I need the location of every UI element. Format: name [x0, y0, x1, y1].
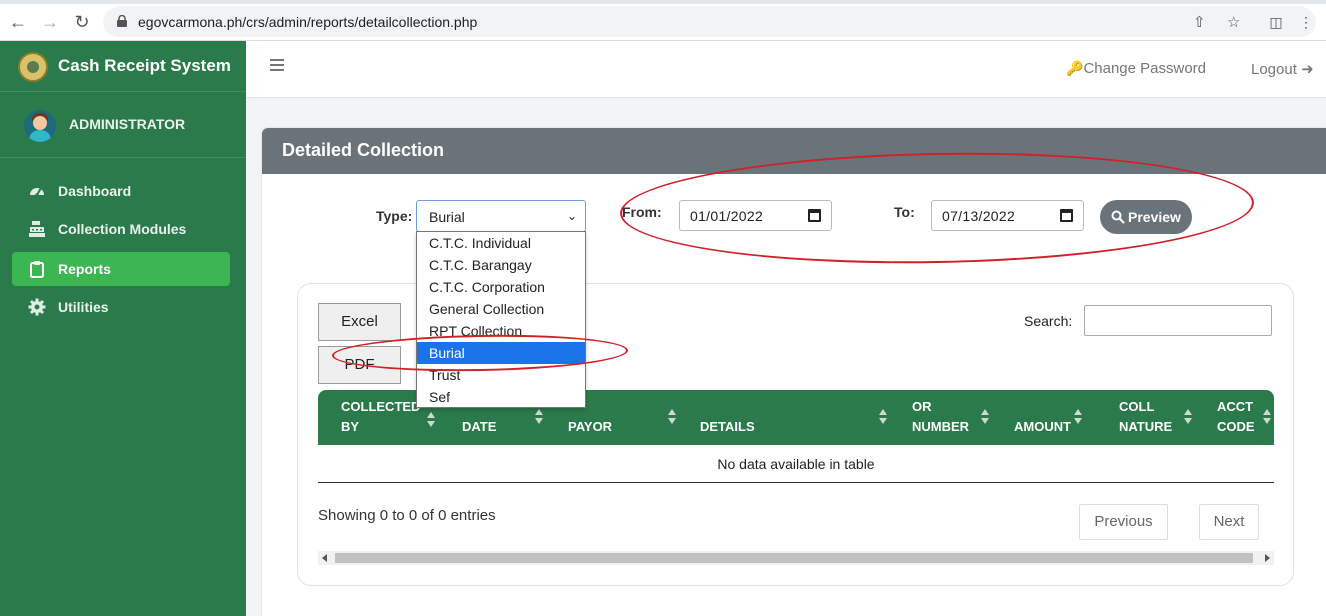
- sidebar-item-reports[interactable]: Reports: [12, 252, 230, 286]
- browser-toolbar: ← → ↻ egovcarmona.ph/crs/admin/reports/d…: [0, 0, 1326, 41]
- column-header-line: BY: [341, 419, 360, 434]
- column-header-collected-by[interactable]: COLLECTED BY: [341, 397, 420, 437]
- sidebar-item-collection-modules[interactable]: Collection Modules: [12, 212, 230, 246]
- address-bar[interactable]: egovcarmona.ph/crs/admin/reports/detailc…: [103, 7, 1316, 37]
- dropdown-option[interactable]: C.T.C. Barangay: [417, 254, 585, 276]
- gear-icon: [28, 298, 46, 316]
- column-header-line: COLLECTED: [341, 399, 421, 414]
- top-navbar: 🔑Change Password Logout ➜: [246, 41, 1326, 98]
- column-header-coll-nature[interactable]: COLL NATURE: [1119, 397, 1172, 437]
- extension-icon[interactable]: ⋮: [1294, 10, 1318, 34]
- menu-toggle-icon[interactable]: [270, 59, 284, 71]
- scroll-left-icon[interactable]: [322, 554, 327, 562]
- change-password-link[interactable]: 🔑Change Password: [1066, 60, 1206, 77]
- side-panel-icon[interactable]: ◫: [1264, 10, 1288, 34]
- sort-icon[interactable]: [1184, 409, 1193, 425]
- share-icon[interactable]: ⇧: [1193, 13, 1206, 31]
- avatar: [24, 110, 56, 142]
- user-name[interactable]: ADMINISTRATOR: [69, 116, 185, 132]
- type-select[interactable]: Burial ⌄: [416, 200, 586, 232]
- sort-icon[interactable]: [427, 412, 436, 428]
- dropdown-option[interactable]: Sef: [417, 386, 585, 408]
- divider: [0, 157, 246, 158]
- excel-button[interactable]: Excel: [318, 303, 401, 341]
- search-input[interactable]: [1084, 305, 1272, 336]
- column-header-line: COLL: [1119, 399, 1155, 414]
- chevron-down-icon: ⌄: [566, 209, 577, 223]
- sort-icon[interactable]: [668, 409, 677, 425]
- type-label: Type:: [376, 208, 413, 224]
- table-info: Showing 0 to 0 of 0 entries: [318, 507, 496, 524]
- brand-title: Cash Receipt System: [58, 56, 231, 75]
- clipboard-icon: [30, 261, 44, 278]
- column-header-line: AMOUNT: [1014, 419, 1072, 434]
- column-header-acct-code[interactable]: ACCT CODE: [1217, 397, 1255, 437]
- logout-label: Logout: [1251, 61, 1297, 78]
- column-header-amount[interactable]: AMOUNT: [1014, 397, 1071, 437]
- previous-button[interactable]: Previous: [1079, 504, 1168, 540]
- column-header-line: OR: [912, 399, 932, 414]
- dropdown-option[interactable]: General Collection: [417, 298, 585, 320]
- column-header-line: DATE: [462, 419, 497, 434]
- lock-icon: [117, 15, 127, 27]
- column-header-or-number[interactable]: OR NUMBER: [912, 397, 969, 437]
- column-header-line: NATURE: [1119, 419, 1173, 434]
- page-title: Detailed Collection: [282, 140, 445, 160]
- horizontal-scrollbar[interactable]: [318, 551, 1274, 565]
- forward-icon[interactable]: →: [38, 10, 62, 34]
- column-header-line: DETAILS: [700, 419, 755, 434]
- back-icon[interactable]: ←: [6, 10, 30, 34]
- next-button[interactable]: Next: [1199, 504, 1259, 540]
- bookmark-star-icon[interactable]: ☆: [1227, 13, 1240, 31]
- scroll-right-icon[interactable]: [1265, 554, 1270, 562]
- sidebar: Cash Receipt System ADMINISTRATOR Dashbo…: [0, 41, 246, 616]
- sidebar-item-dashboard[interactable]: Dashboard: [12, 174, 230, 208]
- type-select-value: Burial: [429, 209, 465, 225]
- search-label: Search:: [1024, 313, 1073, 329]
- gauge-icon: [30, 187, 44, 197]
- sort-icon[interactable]: [535, 409, 544, 425]
- sidebar-item-utilities[interactable]: Utilities: [12, 290, 230, 324]
- logout-link[interactable]: Logout ➜: [1251, 60, 1314, 78]
- tab-strip: [0, 0, 1326, 4]
- scrollbar-thumb[interactable]: [335, 553, 1253, 563]
- column-header-details[interactable]: DETAILS: [700, 397, 755, 437]
- cash-register-icon: [29, 221, 45, 237]
- sort-icon[interactable]: [879, 409, 888, 425]
- key-icon: 🔑: [1066, 60, 1084, 76]
- column-header-line: PAYOR: [568, 419, 613, 434]
- brand[interactable]: Cash Receipt System: [0, 41, 246, 91]
- url-text: egovcarmona.ph/crs/admin/reports/detailc…: [138, 14, 478, 30]
- reload-icon[interactable]: ↻: [70, 10, 94, 34]
- sign-out-icon: ➜: [1301, 61, 1314, 78]
- divider: [0, 91, 246, 92]
- type-dropdown-list: C.T.C. Individual C.T.C. Barangay C.T.C.…: [416, 231, 586, 408]
- dropdown-option[interactable]: C.T.C. Individual: [417, 232, 585, 254]
- sidebar-item-label: Utilities: [58, 299, 109, 315]
- column-header-line: NUMBER: [912, 419, 970, 434]
- empty-table-message: No data available in table: [318, 445, 1274, 483]
- sidebar-item-label: Dashboard: [58, 183, 132, 199]
- change-password-label: Change Password: [1083, 60, 1207, 77]
- seal-logo: [18, 52, 48, 82]
- sort-icon[interactable]: [981, 409, 990, 425]
- dropdown-option[interactable]: C.T.C. Corporation: [417, 276, 585, 298]
- column-header-line: CODE: [1217, 419, 1255, 434]
- sidebar-item-label: Reports: [58, 261, 111, 277]
- sidebar-item-label: Collection Modules: [58, 221, 187, 237]
- sort-icon[interactable]: [1074, 409, 1083, 425]
- column-header-line: ACCT: [1217, 399, 1254, 414]
- sort-icon[interactable]: [1263, 409, 1272, 425]
